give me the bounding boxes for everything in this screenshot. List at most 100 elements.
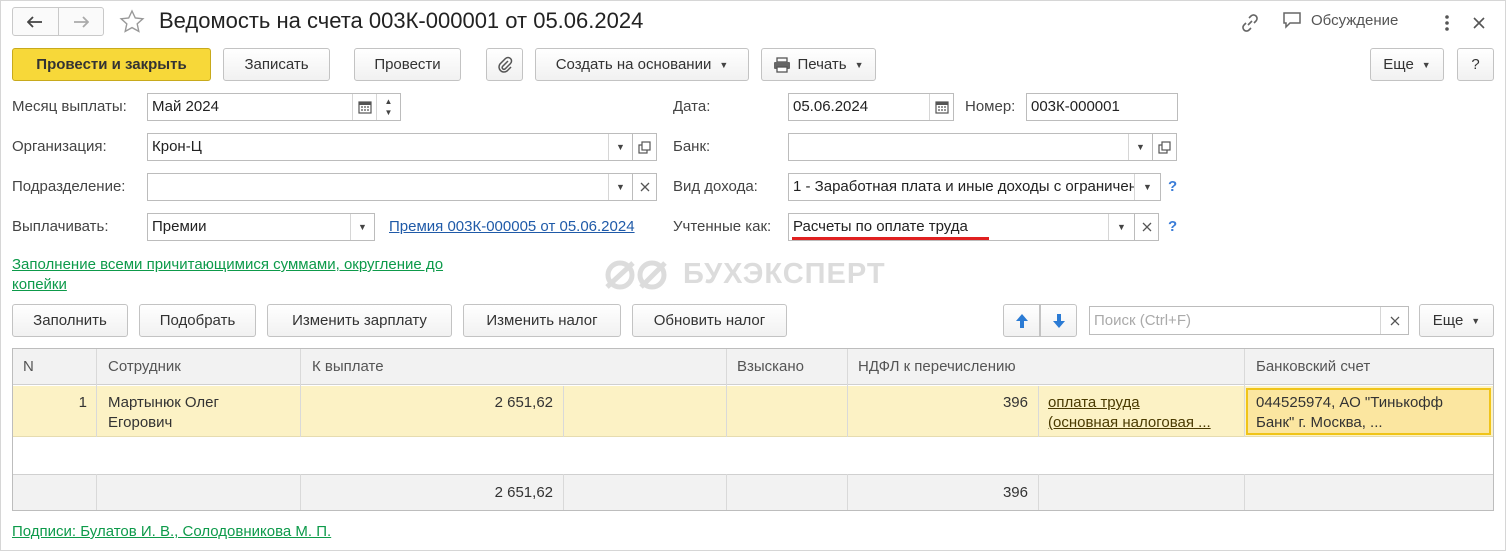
- row-bank-line2: Банк" г. Москва, ...: [1256, 414, 1383, 431]
- red-underline-highlight: [792, 237, 989, 240]
- month-spinner[interactable]: ▲ ▼: [376, 94, 400, 120]
- organization-label: Организация:: [12, 138, 107, 155]
- create-based-on-button[interactable]: Создать на основании ▼: [535, 48, 749, 81]
- kebab-menu-icon[interactable]: [1437, 12, 1457, 34]
- col-divider: [300, 474, 301, 510]
- more-label: Еще: [1383, 56, 1414, 73]
- dropdown-arrow-icon[interactable]: ▼: [608, 174, 632, 200]
- pick-button[interactable]: Подобрать: [139, 304, 256, 337]
- organization-value: Крон-Ц: [152, 138, 202, 155]
- link-icon[interactable]: [1238, 11, 1262, 35]
- move-down-button[interactable]: [1040, 304, 1077, 337]
- col-bank-account[interactable]: Банковский счет: [1256, 358, 1370, 375]
- col-to-pay[interactable]: К выплате: [312, 358, 384, 375]
- open-bank-button[interactable]: [1153, 133, 1177, 161]
- fill-button[interactable]: Заполнить: [12, 304, 128, 337]
- row-employee: Мартынюк Олег Егорович: [108, 393, 219, 433]
- open-organization-button[interactable]: [633, 133, 657, 161]
- table-header: N Сотрудник К выплате Взыскано НДФЛ к пе…: [13, 349, 1493, 385]
- dropdown-arrow-icon[interactable]: ▼: [1134, 174, 1160, 200]
- calendar-icon[interactable]: [352, 94, 376, 120]
- help-button[interactable]: ?: [1457, 48, 1494, 81]
- month-value: Май 2024: [152, 98, 219, 115]
- bank-label: Банк:: [673, 138, 711, 155]
- table-footer: 2 651,62 396: [13, 474, 1493, 510]
- close-icon[interactable]: [1468, 12, 1490, 34]
- update-tax-button[interactable]: Обновить налог: [632, 304, 787, 337]
- date-field[interactable]: 05.06.2024: [788, 93, 954, 121]
- pay-value: Премии: [152, 218, 207, 235]
- col-divider: [1244, 349, 1245, 437]
- col-employee[interactable]: Сотрудник: [108, 358, 181, 375]
- col-ndfl[interactable]: НДФЛ к перечислению: [858, 358, 1016, 375]
- col-divider: [300, 349, 301, 437]
- col-divider: [847, 349, 848, 437]
- arrow-down-icon: [1052, 313, 1065, 328]
- income-type-help-icon[interactable]: ?: [1168, 178, 1177, 195]
- col-n[interactable]: N: [23, 358, 34, 375]
- change-salary-button[interactable]: Изменить зарплату: [267, 304, 452, 337]
- save-button[interactable]: Записать: [223, 48, 330, 81]
- dropdown-arrow-icon[interactable]: ▼: [350, 214, 374, 240]
- number-value: 003К-000001: [1031, 98, 1120, 115]
- fill-settings-link[interactable]: Заполнение всеми причитающимися суммами,…: [12, 255, 512, 295]
- move-up-button[interactable]: [1003, 304, 1040, 337]
- spin-down-icon[interactable]: ▼: [385, 107, 393, 118]
- premium-document-link[interactable]: Премия 003К-000005 от 05.06.2024: [389, 218, 635, 235]
- accounted-as-help-icon[interactable]: ?: [1168, 218, 1177, 235]
- number-field[interactable]: 003К-000001: [1026, 93, 1178, 121]
- watermark: БУХЭКСПЕРТ: [603, 258, 886, 291]
- print-button[interactable]: Печать ▼: [761, 48, 876, 81]
- arrow-left-icon: [27, 15, 43, 28]
- change-tax-button[interactable]: Изменить налог: [463, 304, 621, 337]
- table-more-label: Еще: [1432, 312, 1464, 329]
- dropdown-arrow-icon[interactable]: ▼: [608, 134, 632, 160]
- watermark-text: БУХЭКСПЕРТ: [683, 258, 886, 290]
- arrow-up-icon: [1015, 313, 1028, 328]
- month-label: Месяц выплаты:: [12, 98, 127, 115]
- row-to-pay: 2 651,62: [494, 394, 553, 411]
- col-divider: [726, 474, 727, 510]
- search-clear-icon[interactable]: [1380, 307, 1408, 334]
- spin-up-icon[interactable]: ▲: [385, 96, 393, 107]
- forward-button[interactable]: [57, 8, 103, 35]
- calendar-icon[interactable]: [929, 94, 953, 120]
- dropdown-arrow-icon[interactable]: ▼: [1128, 134, 1152, 160]
- clear-department-button[interactable]: [633, 173, 657, 201]
- caret-down-icon: ▼: [1471, 315, 1481, 326]
- back-button[interactable]: [13, 8, 58, 35]
- fill-settings-line2: копейки: [12, 276, 67, 293]
- number-label: Номер:: [965, 98, 1016, 115]
- department-field[interactable]: ▼: [147, 173, 633, 201]
- attach-button[interactable]: [486, 48, 523, 81]
- post-button[interactable]: Провести: [354, 48, 461, 81]
- table-more-button[interactable]: Еще ▼: [1419, 304, 1494, 337]
- row-bank-account-cell[interactable]: 044525974, АО "Тинькофф Банк" г. Москва,…: [1246, 388, 1491, 435]
- col-collected[interactable]: Взыскано: [737, 358, 804, 375]
- income-type-field[interactable]: 1 - Заработная плата и иные доходы с огр…: [788, 173, 1161, 201]
- discussion-button[interactable]: Обсуждение: [1281, 10, 1398, 30]
- printer-icon: [773, 56, 791, 73]
- open-window-icon: [1158, 140, 1171, 154]
- organization-field[interactable]: Крон-Ц ▼: [147, 133, 633, 161]
- row-bank-line1: 044525974, АО "Тинькофф: [1256, 394, 1443, 411]
- caret-down-icon: ▼: [854, 59, 864, 70]
- search-box[interactable]: Поиск (Ctrl+F): [1089, 306, 1409, 335]
- pay-field[interactable]: Премии ▼: [147, 213, 375, 241]
- col-divider: [563, 386, 564, 437]
- search-input[interactable]: Поиск (Ctrl+F): [1090, 307, 1380, 334]
- more-button[interactable]: Еще ▼: [1370, 48, 1444, 81]
- row-ndfl-kind-link[interactable]: оплата труда (основная налоговая ...: [1048, 393, 1211, 433]
- table-empty-area: [13, 437, 1493, 474]
- clear-accounted-as-button[interactable]: [1135, 213, 1159, 241]
- row-employee-line1: Мартынюк Олег: [108, 394, 219, 411]
- signatures-link[interactable]: Подписи: Булатов И. В., Солодовникова М.…: [12, 522, 331, 542]
- bank-field[interactable]: ▼: [788, 133, 1153, 161]
- post-and-close-button[interactable]: Провести и закрыть: [12, 48, 211, 81]
- dropdown-arrow-icon[interactable]: ▼: [1108, 214, 1134, 240]
- favorite-star-icon[interactable]: [117, 8, 147, 36]
- department-label: Подразделение:: [12, 178, 126, 195]
- income-type-value: 1 - Заработная плата и иные доходы с огр…: [793, 178, 1134, 195]
- total-ndfl: 396: [1002, 484, 1028, 501]
- month-field[interactable]: Май 2024 ▲ ▼: [147, 93, 401, 121]
